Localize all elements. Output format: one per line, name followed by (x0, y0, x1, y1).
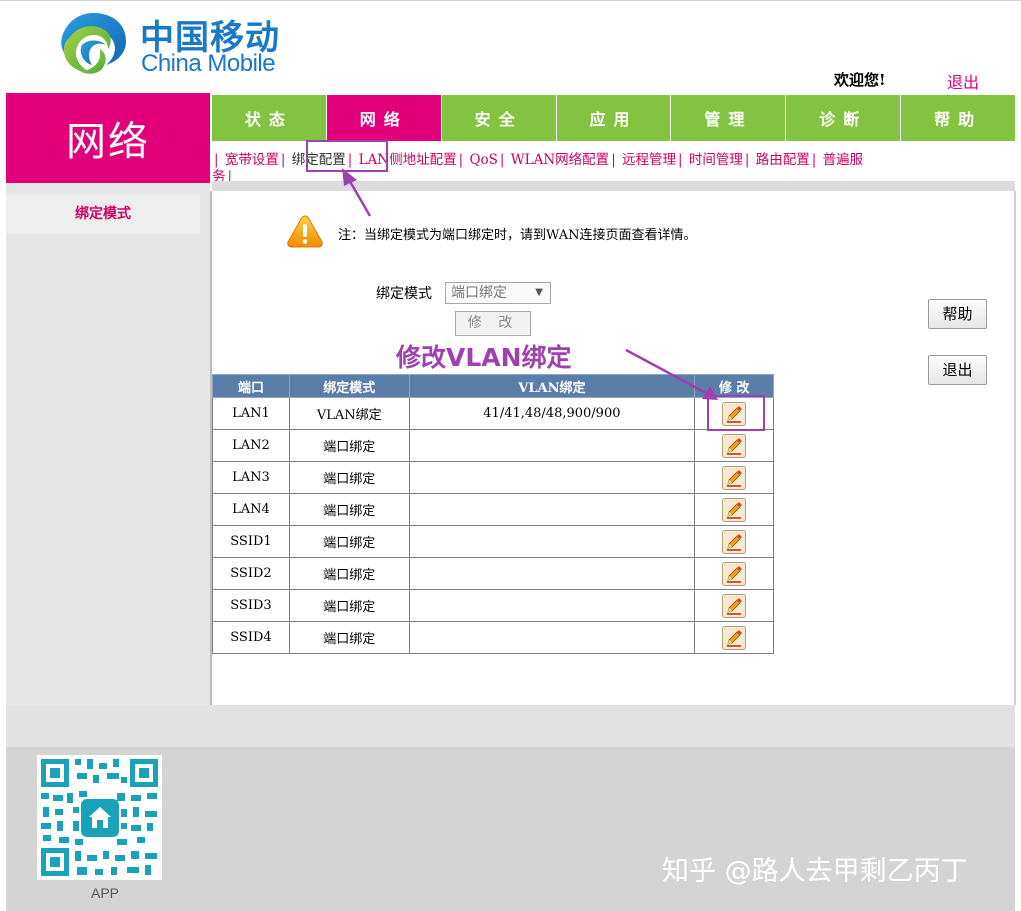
cell-vlan-binding (408, 429, 696, 462)
bind-mode-label: 绑定模式 (376, 286, 432, 302)
cell-port: LAN2 (212, 429, 290, 462)
cell-vlan-binding (408, 493, 696, 526)
left-sidebar: 绑定模式 (6, 183, 210, 705)
subnav-wlan[interactable]: WLAN网络配置 (511, 152, 609, 168)
cell-port: LAN3 (212, 461, 290, 494)
table-body: LAN1 VLAN绑定 41/41,48/48,900/900 LAN2 端口绑定 LAN… (212, 397, 774, 654)
subnav-routing[interactable]: 路由配置 (756, 152, 810, 168)
cell-port: LAN1 (212, 397, 290, 430)
cell-port: SSID2 (212, 557, 290, 590)
annotation-label: 修改VLAN绑定 (396, 343, 572, 372)
bind-mode-select[interactable]: 端口绑定 ▼ (445, 282, 551, 304)
sidebar-item-binding-mode[interactable]: 绑定模式 (6, 194, 200, 234)
cell-vlan-binding (408, 557, 696, 590)
cell-port: SSID4 (212, 621, 290, 654)
edit-pencil-icon[interactable] (722, 465, 747, 490)
app-qr-code-icon[interactable] (37, 755, 162, 880)
brand-name-en: China Mobile (141, 50, 276, 77)
cell-port: SSID1 (212, 525, 290, 558)
subnav-divider (212, 181, 1015, 191)
app-label: APP (91, 885, 120, 901)
cell-port: LAN4 (212, 493, 290, 526)
welcome-text: 欢迎您! (834, 71, 886, 89)
tab-application[interactable]: 应用 (556, 95, 671, 141)
cell-modify (694, 461, 774, 494)
tab-security[interactable]: 安全 (441, 95, 556, 141)
bind-mode-value: 端口绑定 (451, 285, 507, 301)
table-row: LAN2 端口绑定 (212, 429, 774, 462)
edit-pencil-icon[interactable] (722, 497, 747, 522)
subnav-qos[interactable]: QoS (469, 152, 497, 168)
cell-bind-mode: 端口绑定 (288, 525, 410, 558)
tab-network[interactable]: 网络 (326, 95, 441, 141)
cell-vlan-binding (408, 461, 696, 494)
logout-link[interactable]: 退出 (947, 69, 979, 93)
table-row: SSID4 端口绑定 (212, 621, 774, 654)
table-row: SSID2 端口绑定 (212, 557, 774, 590)
section-header: 网络 (6, 93, 210, 183)
table-row: LAN1 VLAN绑定 41/41,48/48,900/900 (212, 397, 774, 430)
cell-modify (694, 557, 774, 590)
edit-pencil-icon[interactable] (722, 529, 747, 554)
cell-modify (694, 589, 774, 622)
top-border (0, 0, 1021, 1)
main-tabs: 状态 网络 安全 应用 管理 诊断 帮助 (212, 95, 1016, 141)
tab-diagnosis[interactable]: 诊断 (786, 95, 901, 141)
table-row: LAN4 端口绑定 (212, 493, 774, 526)
tab-management[interactable]: 管理 (671, 95, 786, 141)
cell-modify (694, 493, 774, 526)
cell-bind-mode: VLAN绑定 (288, 397, 410, 430)
cell-vlan-binding: 41/41,48/48,900/900 (408, 397, 696, 430)
section-title: 网络 (66, 119, 150, 165)
cell-vlan-binding (408, 525, 696, 558)
watermark: 知乎 @路人去甲剩乙丙丁 (662, 856, 968, 887)
cell-bind-mode: 端口绑定 (288, 429, 410, 462)
tab-help[interactable]: 帮助 (901, 95, 1016, 141)
header-vlan-binding: VLAN绑定 (408, 374, 696, 398)
table-row: SSID1 端口绑定 (212, 525, 774, 558)
annotation-box-edit (707, 395, 765, 431)
header-bind-mode: 绑定模式 (288, 374, 410, 398)
edit-pencil-icon[interactable] (722, 561, 747, 586)
tab-status[interactable]: 状态 (212, 95, 326, 141)
table-row: LAN3 端口绑定 (212, 461, 774, 494)
binding-note: 注：当绑定模式为端口绑定时，请到WAN连接页面查看详情。 (338, 228, 697, 243)
header-port: 端口 (212, 374, 290, 398)
modify-button[interactable]: 修 改 (455, 311, 531, 336)
help-button[interactable]: 帮助 (928, 299, 987, 329)
cell-bind-mode: 端口绑定 (288, 621, 410, 654)
dropdown-arrow-icon: ▼ (535, 287, 543, 298)
cell-bind-mode: 端口绑定 (288, 461, 410, 494)
subnav-time-management[interactable]: 时间管理 (689, 152, 743, 168)
annotation-box-binding (306, 140, 388, 172)
cell-bind-mode: 端口绑定 (288, 557, 410, 590)
footer-band-light (6, 705, 1015, 747)
subnav-universal-service[interactable]: 普遍服 (823, 152, 864, 168)
cell-vlan-binding (408, 621, 696, 654)
cell-vlan-binding (408, 589, 696, 622)
warning-icon (287, 215, 323, 248)
content-right-edge (1014, 191, 1016, 705)
cell-bind-mode: 端口绑定 (288, 589, 410, 622)
cell-port: SSID3 (212, 589, 290, 622)
china-mobile-logo-icon (61, 13, 126, 74)
cell-modify (694, 429, 774, 462)
subnav-remote-management[interactable]: 远程管理 (622, 152, 676, 168)
exit-button[interactable]: 退出 (928, 355, 987, 385)
port-binding-table: 端口 绑定模式 VLAN绑定 修 改 LAN1 VLAN绑定 41/41,48/48… (212, 374, 774, 654)
edit-pencil-icon[interactable] (722, 433, 747, 458)
edit-pencil-icon[interactable] (722, 593, 747, 618)
cell-bind-mode: 端口绑定 (288, 493, 410, 526)
table-row: SSID3 端口绑定 (212, 589, 774, 622)
cell-modify (694, 621, 774, 654)
table-header-row: 端口 绑定模式 VLAN绑定 修 改 (212, 374, 774, 398)
cell-modify (694, 525, 774, 558)
edit-pencil-icon[interactable] (722, 625, 747, 650)
